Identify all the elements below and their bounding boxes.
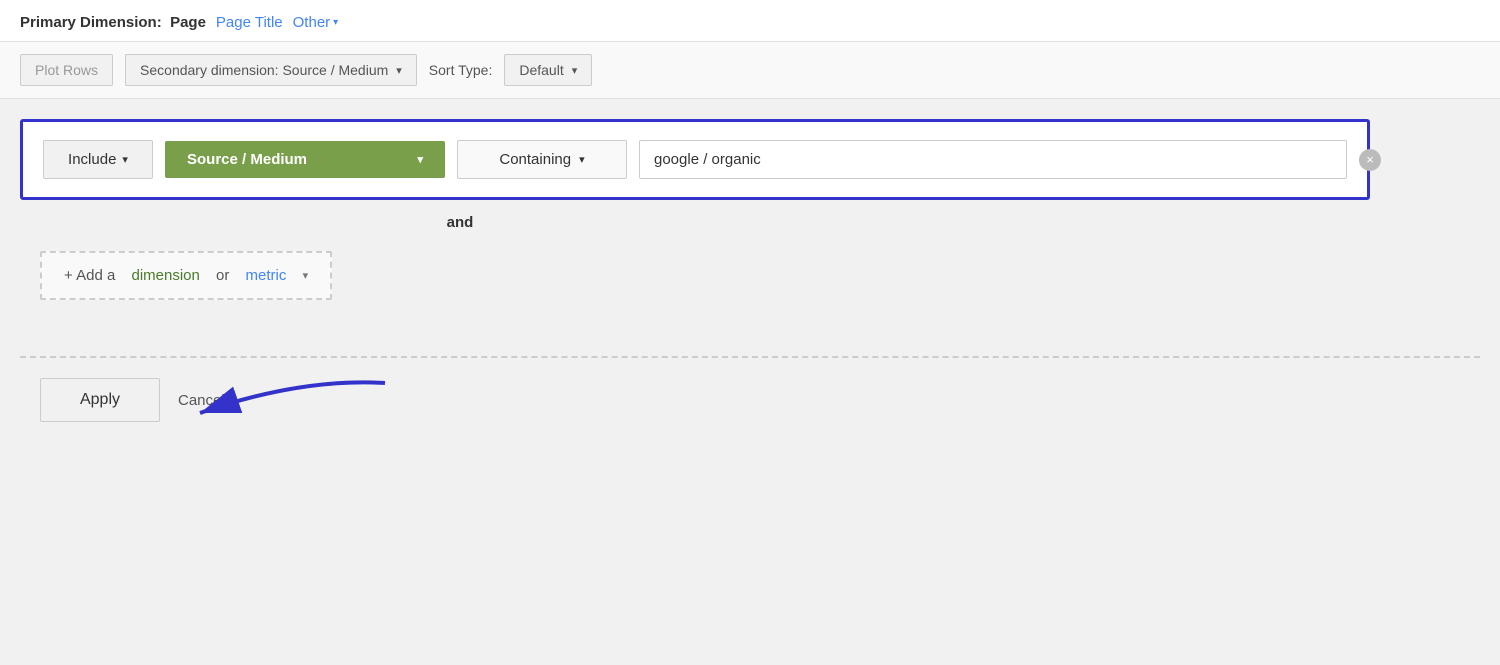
close-filter-button[interactable]: × (1359, 149, 1381, 171)
containing-chevron-icon: ▾ (579, 153, 585, 166)
source-medium-chevron-icon: ▾ (417, 153, 423, 166)
other-chevron-icon: ▾ (333, 17, 338, 28)
main-content: Include ▾ Source / Medium ▾ Containing ▾… (0, 99, 1500, 442)
and-label: and (220, 214, 700, 231)
dimension-word: dimension (131, 267, 199, 284)
containing-label: Containing (499, 151, 571, 168)
other-label: Other (293, 14, 331, 31)
primary-dimension-label: Primary Dimension: Page (20, 14, 206, 31)
page-label: Page (170, 14, 206, 31)
secondary-dimension-label: Secondary dimension: Source / Medium (140, 62, 388, 78)
include-button[interactable]: Include ▾ (43, 140, 153, 179)
sort-default-label: Default (519, 62, 563, 78)
bottom-actions: Apply Cancel (20, 378, 1480, 422)
secondary-dimension-button[interactable]: Secondary dimension: Source / Medium ▾ (125, 54, 417, 86)
add-dimension-prefix: + Add a (64, 267, 115, 284)
filter-value-input[interactable] (639, 140, 1347, 179)
page-title-link[interactable]: Page Title (216, 14, 283, 31)
toolbar-row: Plot Rows Secondary dimension: Source / … (0, 42, 1500, 99)
section-divider (20, 356, 1480, 358)
top-bar: Primary Dimension: Page Page Title Other… (0, 0, 1500, 42)
include-chevron-icon: ▾ (122, 153, 128, 166)
plot-rows-button[interactable]: Plot Rows (20, 54, 113, 86)
sort-type-button[interactable]: Default ▾ (504, 54, 592, 86)
and-section: and (20, 200, 720, 245)
blue-arrow-icon (170, 368, 390, 428)
containing-button[interactable]: Containing ▾ (457, 140, 627, 179)
close-icon: × (1366, 152, 1374, 167)
sort-type-label: Sort Type: (429, 62, 493, 78)
arrow-container: Apply (40, 378, 160, 422)
sort-type-chevron-icon: ▾ (572, 64, 578, 77)
add-dimension-chevron-icon: ▾ (303, 269, 309, 282)
include-label: Include (68, 151, 116, 168)
metric-word: metric (246, 267, 287, 284)
source-medium-button[interactable]: Source / Medium ▾ (165, 141, 445, 178)
filter-box: Include ▾ Source / Medium ▾ Containing ▾… (20, 119, 1370, 200)
add-dimension-button[interactable]: + Add a dimension or metric ▾ (40, 251, 332, 300)
other-link[interactable]: Other ▾ (293, 14, 339, 31)
secondary-dimension-chevron-icon: ▾ (396, 64, 402, 77)
apply-button[interactable]: Apply (40, 378, 160, 422)
add-dimension-middle: or (216, 267, 229, 284)
source-medium-label: Source / Medium (187, 151, 307, 168)
